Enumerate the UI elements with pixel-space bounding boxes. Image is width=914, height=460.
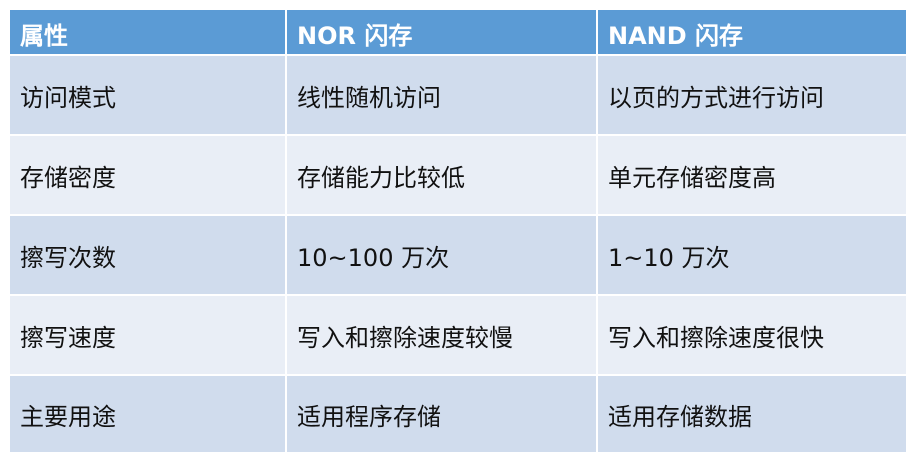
table-row: 访问模式 线性随机访问 以页的方式进行访问 [8, 54, 908, 136]
comparison-table-container: 属性 NOR 闪存 NAND 闪存 访问模式 线性随机访问 以页的方式进行访问 … [8, 8, 908, 454]
row-attribute-cell: 存储密度 [8, 134, 287, 216]
table-row: 擦写速度 写入和擦除速度较慢 写入和擦除速度很快 [8, 294, 908, 376]
nand-value-cell: 写入和擦除速度很快 [596, 294, 908, 376]
nor-value-cell: 适用程序存储 [285, 374, 598, 454]
nand-value-cell: 1~10 万次 [596, 214, 908, 296]
table-row: 存储密度 存储能力比较低 单元存储密度高 [8, 134, 908, 216]
table-row: 主要用途 适用程序存储 适用存储数据 [8, 374, 908, 454]
header-attribute: 属性 [8, 8, 287, 56]
row-attribute-cell: 擦写次数 [8, 214, 287, 296]
table-header: 属性 NOR 闪存 NAND 闪存 [8, 8, 908, 56]
table-body: 访问模式 线性随机访问 以页的方式进行访问 存储密度 存储能力比较低 单元存储密… [8, 54, 908, 454]
nor-value-cell: 存储能力比较低 [285, 134, 598, 216]
header-nor-flash: NOR 闪存 [285, 8, 598, 56]
nor-value-cell: 10~100 万次 [285, 214, 598, 296]
nor-nand-comparison-table: 属性 NOR 闪存 NAND 闪存 访问模式 线性随机访问 以页的方式进行访问 … [8, 8, 908, 454]
row-attribute-cell: 擦写速度 [8, 294, 287, 376]
nor-value-cell: 线性随机访问 [285, 54, 598, 136]
row-attribute-cell: 访问模式 [8, 54, 287, 136]
nor-value-cell: 写入和擦除速度较慢 [285, 294, 598, 376]
nand-value-cell: 适用存储数据 [596, 374, 908, 454]
nand-value-cell: 以页的方式进行访问 [596, 54, 908, 136]
row-attribute-cell: 主要用途 [8, 374, 287, 454]
nand-value-cell: 单元存储密度高 [596, 134, 908, 216]
header-nand-flash: NAND 闪存 [596, 8, 908, 56]
table-row: 擦写次数 10~100 万次 1~10 万次 [8, 214, 908, 296]
header-row: 属性 NOR 闪存 NAND 闪存 [8, 8, 908, 56]
